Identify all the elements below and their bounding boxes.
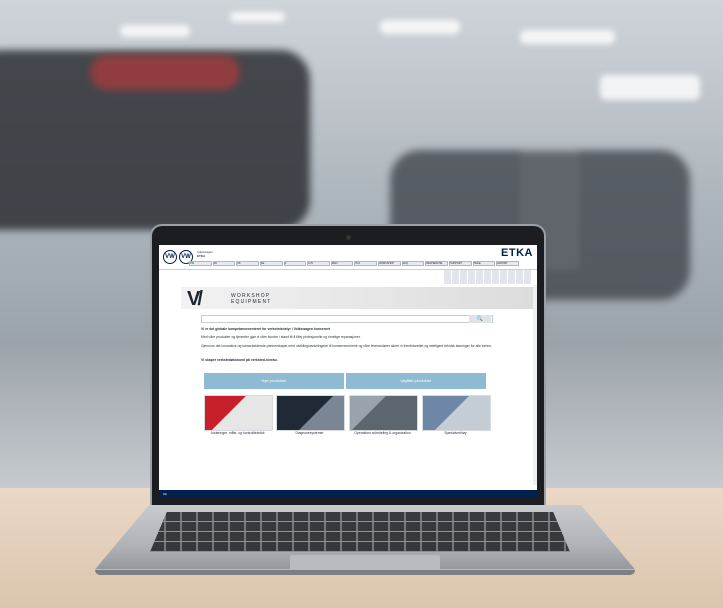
nav-tab[interactable]: SE bbox=[259, 261, 283, 266]
status-bar: Ok bbox=[159, 490, 537, 498]
keyboard-rows bbox=[150, 512, 570, 552]
tile-caption[interactable]: Diagnosesystemer bbox=[276, 431, 343, 435]
new-products-button[interactable]: Nye produkter bbox=[204, 373, 344, 389]
tile-image[interactable] bbox=[276, 395, 345, 431]
header-line: ETKA bbox=[197, 254, 206, 258]
scrollbar[interactable] bbox=[533, 285, 537, 485]
search-input[interactable] bbox=[201, 315, 493, 323]
nav-tab[interactable]: RECHERCHE bbox=[425, 261, 449, 266]
car-taillight bbox=[90, 55, 240, 90]
nav-tab[interactable]: SUPPORT bbox=[449, 261, 472, 266]
intro-paragraph: Gjennom det innovative og samarbeidende … bbox=[201, 344, 492, 348]
tile-caption[interactable]: Justeringer, måle- og kontrollteknikk bbox=[204, 431, 271, 435]
nav-tab[interactable]: C bbox=[283, 261, 307, 266]
nav-tab[interactable]: TEILE bbox=[472, 261, 496, 266]
laptop-lip bbox=[95, 570, 635, 575]
nav-tab[interactable]: PLX bbox=[354, 261, 378, 266]
workshop-title-line2: EQUIPMENT bbox=[231, 299, 272, 305]
etka-logo: ETKA bbox=[501, 247, 533, 259]
tile-image[interactable] bbox=[204, 395, 273, 431]
workshop-logo-icon: V/ bbox=[187, 288, 203, 310]
discontinued-products-button[interactable]: Utgåtte produkter bbox=[346, 373, 486, 389]
workshop-title: WORKSHOP EQUIPMENT bbox=[231, 293, 272, 305]
status-item: Ok bbox=[163, 492, 167, 496]
laptop-screen: VW VW Volkswagen ETKA ETKA VW AU SK SE C… bbox=[159, 245, 537, 498]
nav-tab[interactable]: MAN bbox=[330, 261, 354, 266]
nav-tab[interactable]: LCV bbox=[307, 261, 330, 266]
nav-tab[interactable]: VW bbox=[189, 261, 212, 266]
window-light bbox=[600, 75, 700, 100]
ceiling-light bbox=[230, 12, 285, 22]
ceiling-light bbox=[520, 30, 615, 44]
toolbar-icons[interactable] bbox=[444, 270, 532, 284]
nav-tab[interactable]: SK bbox=[236, 261, 259, 266]
tile-image[interactable] bbox=[422, 395, 491, 431]
nav-tab[interactable]: EXPORT bbox=[496, 261, 519, 266]
tile-caption[interactable]: Spesialverktøy bbox=[422, 431, 489, 435]
nav-tabs: VW AU SK SE C LCV MAN PLX WORKSHOP FAQ R… bbox=[189, 261, 519, 266]
tile-caption[interactable]: Operations schedeling & organization bbox=[349, 431, 416, 435]
tagline: Vi skaper verkstedøkonomi på verksted-ni… bbox=[201, 358, 278, 362]
laptop-camera bbox=[346, 235, 351, 240]
intro-heading: Vi er det globale kompetansesenteret for… bbox=[201, 327, 331, 331]
tile-image[interactable] bbox=[349, 395, 418, 431]
vw-logo-icon: VW bbox=[163, 250, 177, 264]
app-header: VW VW Volkswagen ETKA ETKA VW AU SK SE C… bbox=[159, 245, 537, 270]
nav-tab[interactable]: WORKSHOP bbox=[378, 261, 401, 266]
ceiling-light bbox=[120, 25, 190, 37]
nav-tab[interactable]: AU bbox=[212, 261, 236, 266]
search-icon[interactable]: 🔍 bbox=[469, 315, 491, 323]
ceiling-light bbox=[380, 20, 460, 34]
nav-tab[interactable]: FAQ bbox=[401, 261, 425, 266]
intro-paragraph: Med våre produkter og tjenester gjør vi … bbox=[201, 335, 361, 339]
